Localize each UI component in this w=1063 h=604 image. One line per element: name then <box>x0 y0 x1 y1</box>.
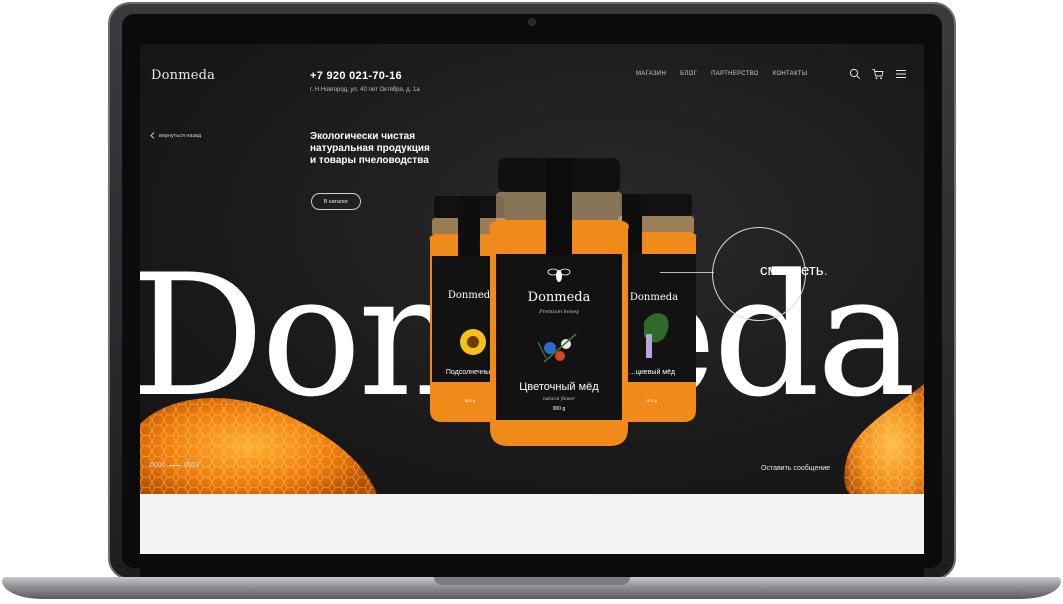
laptop-notch <box>434 577 630 585</box>
look-link[interactable]: смотреть. <box>760 262 828 279</box>
back-link[interactable]: вернуться назад <box>150 132 201 139</box>
logo[interactable]: Donmeda <box>151 68 215 83</box>
back-link-label: вернуться назад <box>159 132 202 139</box>
catalog-button[interactable]: В каталог <box>311 193 361 210</box>
counter-end: 0003 <box>183 462 200 469</box>
bezel-bottom <box>140 554 924 577</box>
header-icons <box>849 68 907 80</box>
hero-headline: Экологически чистая натуральная продукци… <box>310 131 450 167</box>
phone-number[interactable]: +7 920 021-70-16 <box>310 70 402 82</box>
cart-icon[interactable] <box>872 68 884 80</box>
nav-item-contacts[interactable]: КОНТАКТЫ <box>773 71 808 77</box>
jar-left-weight: 900 g <box>465 398 475 403</box>
website-screen: Donmeda Подсолнечный 900 g Donmeda …циев… <box>140 44 924 554</box>
honeycomb-left-image <box>140 398 377 494</box>
jar-center-sub: Premium honey <box>538 309 579 315</box>
headline-line-1: Экологически чистая <box>310 131 416 142</box>
hero-section: Donmeda Подсолнечный 900 g Donmeda …циев… <box>140 44 924 494</box>
jar-center-name: Цветочный мёд <box>519 381 599 393</box>
jar-center-weight: 900 g <box>553 406 566 412</box>
jar-flower-image: Donmeda Premium honey Цветочный мёд natu… <box>489 158 629 446</box>
leave-message-link[interactable]: Оставить сообщение <box>761 465 830 472</box>
counter-start: 0001 <box>150 462 166 469</box>
chevron-left-icon <box>150 132 155 139</box>
honeycomb-right-image <box>844 384 924 494</box>
look-label: смотреть <box>760 262 824 279</box>
counter-divider <box>168 465 181 466</box>
jar-center-brand: Donmeda <box>528 290 591 305</box>
camera-icon <box>528 18 536 26</box>
look-connector-line <box>660 272 714 273</box>
nav-item-shop[interactable]: МАГАЗИН <box>636 71 666 77</box>
main-nav: МАГАЗИН БЛОГ ПАРТНЕРСТВО КОНТАКТЫ <box>636 71 808 77</box>
jar-center-type: natural flower <box>543 396 576 402</box>
next-section-band <box>140 494 924 554</box>
jar-right-brand: Donmeda <box>630 292 678 303</box>
slide-counter: 0001 0003 <box>150 462 199 469</box>
search-icon[interactable] <box>849 68 861 80</box>
address: г. Н.Новгород, ул. 40 лет Октября, д. 1а <box>310 87 420 93</box>
nav-item-partnership[interactable]: ПАРТНЕРСТВО <box>711 71 759 77</box>
menu-icon[interactable] <box>895 68 907 80</box>
headline-line-2: натуральная продукция <box>310 143 430 154</box>
nav-item-blog[interactable]: БЛОГ <box>680 71 697 77</box>
look-accent-dot: . <box>823 262 828 279</box>
headline-line-3: и товары пчеловодства <box>310 155 429 166</box>
jar-right-weight: 900 g <box>647 398 657 403</box>
jar-right-name: …циевый мёд <box>629 368 675 376</box>
